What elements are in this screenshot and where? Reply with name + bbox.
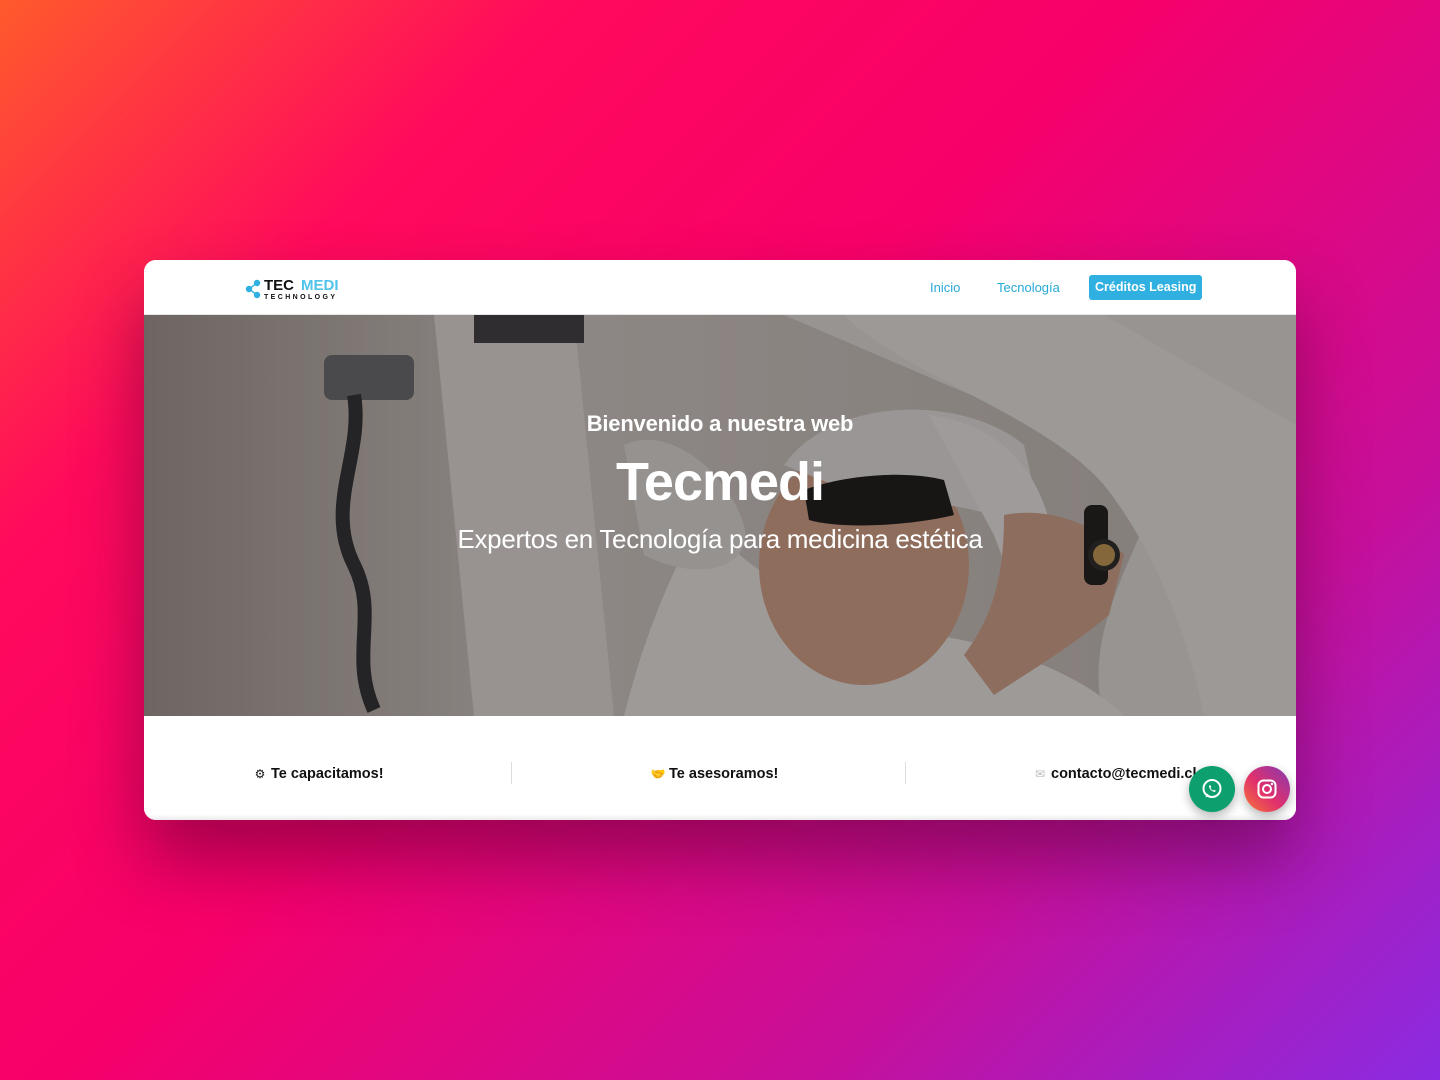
features-strip: ⚙ Te capacitamos! 🤝 Te asesoramos! ✉ contac… (144, 716, 1296, 820)
envelope-icon: ✉ (1034, 767, 1046, 781)
instagram-button[interactable] (1244, 766, 1290, 812)
hero-title: Tecmedi (615, 452, 825, 512)
handshake-icon: 🤝 (650, 767, 666, 781)
gear-icon: ⚙ (254, 767, 266, 781)
hero-subtitle: Bienvenido a nuestra web (586, 411, 854, 436)
navbar: TEC MEDI TECHNOLOGY Inicio Tecnología Cr… (144, 260, 1296, 315)
hero-banner: Bienvenido a nuestra web Tecmedi Experto… (144, 315, 1296, 716)
tecmedi-logo[interactable]: TEC MEDI TECHNOLOGY (244, 274, 356, 302)
feature-capacitamos: ⚙ Te capacitamos! (252, 764, 384, 784)
creditos-leasing-button[interactable]: Créditos Leasing (1089, 275, 1203, 300)
nav-tecnologia[interactable]: Tecnología (997, 278, 1060, 298)
svg-text:MEDI: MEDI (301, 277, 339, 294)
divider (905, 762, 906, 784)
browser-window: TEC MEDI TECHNOLOGY Inicio Tecnología Cr… (144, 260, 1296, 820)
instagram-icon (1257, 779, 1277, 799)
feature-asesoramos: 🤝 Te asesoramos! (650, 766, 779, 782)
feature-contact-email[interactable]: ✉ contacto@tecmedi.cl (1032, 764, 1197, 784)
whatsapp-icon (1202, 779, 1222, 798)
hero-tagline: Expertos en Tecnología para medicina est… (457, 524, 983, 554)
whatsapp-button[interactable] (1189, 766, 1235, 812)
svg-text:TEC: TEC (264, 277, 294, 294)
svg-text:TECHNOLOGY: TECHNOLOGY (264, 294, 337, 301)
nav-inicio[interactable]: Inicio (930, 278, 960, 298)
divider (511, 762, 512, 784)
